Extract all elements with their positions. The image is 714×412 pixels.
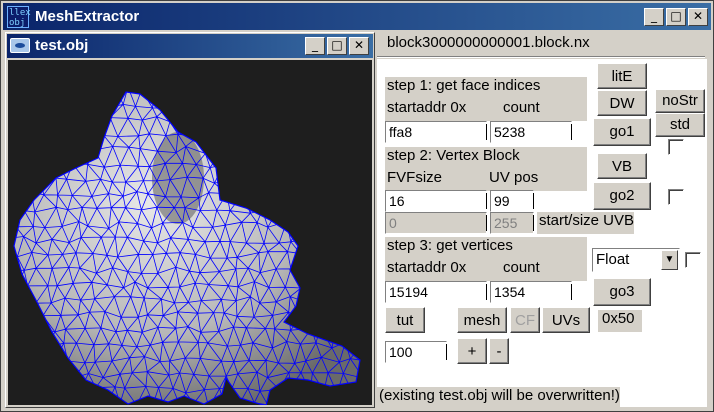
viewer-title: test.obj	[35, 37, 89, 54]
format-selected-value: Float	[596, 251, 630, 268]
step1-count-label: count	[503, 99, 540, 116]
fvf-size-label: FVFsize	[387, 169, 443, 186]
minus-button[interactable]: -	[489, 338, 509, 364]
maximize-button[interactable]: □	[666, 8, 686, 26]
mesh-button[interactable]: mesh	[457, 307, 507, 333]
uvb-size-input: 255	[490, 212, 534, 234]
cf-button: CF	[510, 307, 540, 333]
scale-input[interactable]: 100	[385, 341, 447, 363]
chevron-down-icon[interactable]: ▼	[661, 250, 678, 270]
step1-addr-label: startaddr 0x	[387, 99, 467, 116]
step3-addr-label: startaddr 0x	[387, 259, 467, 276]
start-size-uvb-label: start/size UVB	[537, 212, 635, 234]
mesh-body	[13, 91, 361, 405]
separator	[377, 56, 705, 58]
step3-labels: startaddr 0x count	[385, 259, 587, 281]
step3-checkbox[interactable]	[685, 252, 701, 268]
dw-button[interactable]: DW	[597, 90, 647, 116]
step2-labels: FVFsize UV pos	[385, 169, 587, 191]
std-button[interactable]: std	[655, 113, 705, 137]
step1-addr-input[interactable]: ffa8	[385, 121, 487, 143]
step2-checkbox[interactable]	[668, 189, 684, 205]
go3-button[interactable]: go3	[593, 278, 651, 306]
uv-pos-input[interactable]: 99	[490, 190, 534, 212]
lite-button[interactable]: litE	[597, 63, 647, 89]
step1-labels: startaddr 0x count	[385, 99, 587, 121]
tut-button[interactable]: tut	[385, 307, 425, 333]
nostr-button[interactable]: noStr	[655, 89, 705, 113]
hex-stride-label: 0x50	[598, 310, 642, 332]
step3-count-input[interactable]: 1354	[490, 281, 572, 303]
viewer-close-button[interactable]: ✕	[349, 37, 369, 55]
block-filename: block3000000000001.block.nx	[387, 34, 590, 51]
viewer-minimize-button[interactable]: _	[305, 37, 325, 55]
plus-button[interactable]: +	[457, 338, 487, 364]
uvb-start-input: 0	[385, 212, 487, 234]
go2-button[interactable]: go2	[593, 182, 651, 210]
uv-pos-label: UV pos	[489, 169, 539, 186]
step2-heading: step 2: Vertex Block	[385, 147, 587, 169]
overwrite-warning: (existing test.obj will be overwritten!)	[377, 387, 620, 409]
viewer-window-icon	[10, 38, 30, 53]
step3-heading: step 3: get vertices	[385, 237, 587, 259]
viewer-window: test.obj _ □ ✕	[5, 32, 375, 408]
window-title: MeshExtractor	[35, 8, 140, 25]
viewer-title-bar[interactable]: test.obj _ □ ✕	[7, 34, 373, 58]
title-bar[interactable]: llex obj MeshExtractor _ □ ✕	[3, 3, 711, 30]
step3-addr-input[interactable]: 15194	[385, 281, 487, 303]
main-window: llex obj MeshExtractor _ □ ✕ test.obj _ …	[0, 0, 714, 412]
format-select[interactable]: Float ▼	[592, 248, 680, 272]
step1-checkbox[interactable]	[668, 139, 684, 155]
step1-count-input[interactable]: 5238	[490, 121, 572, 143]
step1-heading: step 1: get face indices	[385, 77, 587, 99]
step3-count-label: count	[503, 259, 540, 276]
close-button[interactable]: ✕	[688, 8, 708, 26]
viewer-maximize-button[interactable]: □	[327, 37, 347, 55]
app-icon: llex obj	[7, 6, 31, 28]
uvs-button[interactable]: UVs	[542, 307, 590, 333]
fvf-size-input[interactable]: 16	[385, 190, 487, 212]
mesh-viewport[interactable]	[8, 60, 372, 405]
minimize-button[interactable]: _	[644, 8, 664, 26]
vb-button[interactable]: VB	[597, 153, 647, 179]
mesh-render	[13, 91, 361, 405]
go1-button[interactable]: go1	[593, 118, 651, 146]
